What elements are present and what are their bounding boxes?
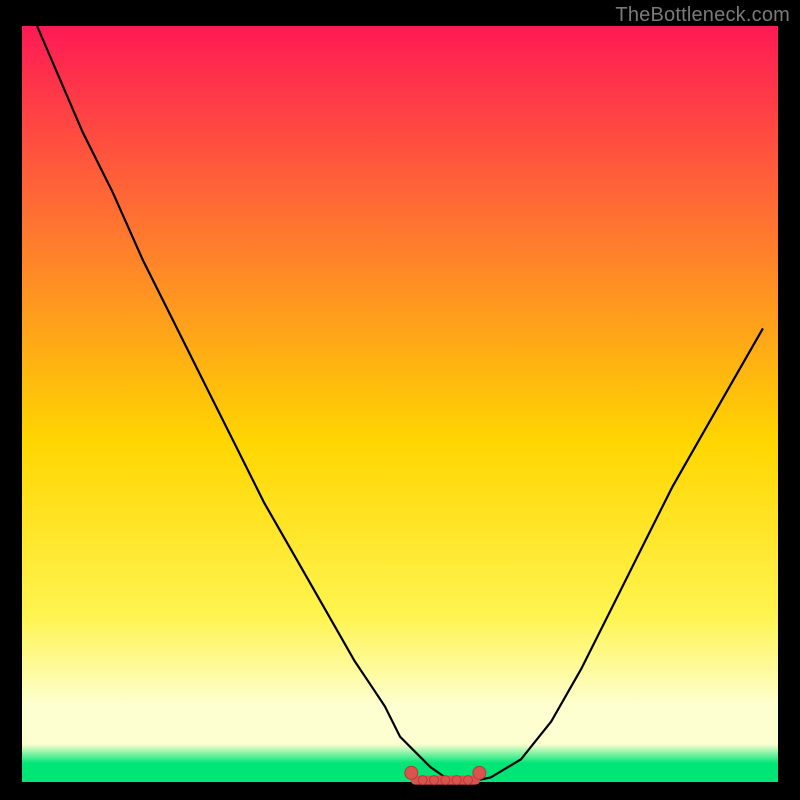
bottleneck-chart [0, 0, 800, 800]
heat-gradient-background [22, 26, 778, 782]
attribution-label: TheBottleneck.com [615, 4, 790, 27]
marker-dot [418, 776, 427, 785]
marker-dot [473, 766, 486, 779]
marker-dot [452, 776, 461, 785]
chart-root: TheBottleneck.com [0, 0, 800, 800]
marker-dot [405, 766, 418, 779]
marker-dot [441, 776, 450, 785]
marker-dot [430, 776, 439, 785]
marker-dot [464, 776, 473, 785]
